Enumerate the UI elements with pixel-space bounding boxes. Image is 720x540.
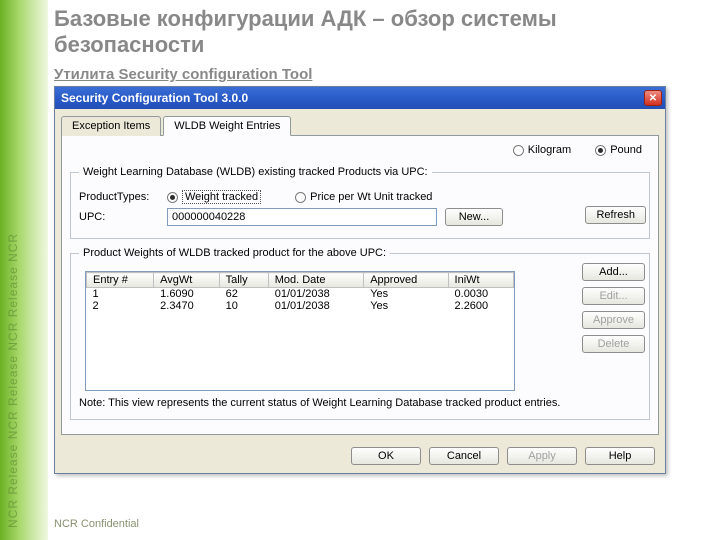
weights-table: Entry # AvgWt Tally Mod. Date Approved I… xyxy=(86,272,514,312)
tab-exception-items[interactable]: Exception Items xyxy=(61,116,161,136)
apply-button[interactable]: Apply xyxy=(507,447,577,465)
slide-title-line1: Базовые конфигурации АДК – обзор системы xyxy=(54,6,557,31)
table-side-buttons: Add... Edit... Approve Delete xyxy=(582,263,645,353)
refresh-button[interactable]: Refresh xyxy=(585,206,646,224)
unit-selector: Kilogram Pound xyxy=(70,142,650,162)
col-avgwt[interactable]: AvgWt xyxy=(154,273,219,288)
group1-legend: Weight Learning Database (WLDB) existing… xyxy=(79,166,432,178)
config-window: Security Configuration Tool 3.0.0 ✕ Exce… xyxy=(54,86,666,474)
slide-title: Базовые конфигурации АДК – обзор системы… xyxy=(54,6,557,58)
approve-button[interactable]: Approve xyxy=(582,311,645,329)
edit-button[interactable]: Edit... xyxy=(582,287,645,305)
upc-input[interactable] xyxy=(167,208,437,226)
product-types-label: ProductTypes: xyxy=(79,191,159,203)
tab-body: Kilogram Pound Weight Learning Database … xyxy=(61,135,659,435)
window-title: Security Configuration Tool 3.0.0 xyxy=(61,91,248,105)
new-button[interactable]: New... xyxy=(445,208,503,226)
sidebar-watermark: NCR Release NCR Release NCR Release NCR xyxy=(6,8,20,528)
radio-pound[interactable]: Pound xyxy=(595,144,642,156)
radio-kilogram[interactable]: Kilogram xyxy=(513,144,571,156)
ok-button[interactable]: OK xyxy=(351,447,421,465)
tab-wldb-weight-entries[interactable]: WLDB Weight Entries xyxy=(163,116,291,136)
col-moddate[interactable]: Mod. Date xyxy=(268,273,363,288)
slide-footer: NCR Confidential xyxy=(54,518,139,530)
slide-title-line2: безопасности xyxy=(54,32,204,57)
close-icon[interactable]: ✕ xyxy=(644,90,662,106)
delete-button[interactable]: Delete xyxy=(582,335,645,353)
cancel-button[interactable]: Cancel xyxy=(429,447,499,465)
upc-label: UPC: xyxy=(79,211,159,223)
radio-price-per-wt[interactable]: Price per Wt Unit tracked xyxy=(295,191,432,203)
add-button[interactable]: Add... xyxy=(582,263,645,281)
titlebar[interactable]: Security Configuration Tool 3.0.0 ✕ xyxy=(55,87,665,109)
group-existing-products: Weight Learning Database (WLDB) existing… xyxy=(70,166,650,239)
col-approved[interactable]: Approved xyxy=(364,273,448,288)
dialog-footer: OK Cancel Apply Help xyxy=(55,441,665,473)
col-tally[interactable]: Tally xyxy=(219,273,268,288)
tab-strip: Exception Items WLDB Weight Entries xyxy=(61,115,659,135)
table-row[interactable]: 2 2.3470 10 01/01/2038 Yes 2.2600 xyxy=(87,300,514,312)
col-iniwt[interactable]: IniWt xyxy=(448,273,513,288)
slide-subtitle: Утилита Security configuration Tool xyxy=(54,66,312,83)
group2-note: Note: This view represents the current s… xyxy=(79,397,641,409)
group2-legend: Product Weights of WLDB tracked product … xyxy=(79,247,390,259)
table-row[interactable]: 1 1.6090 62 01/01/2038 Yes 0.0030 xyxy=(87,288,514,301)
radio-weight-tracked[interactable]: Weight tracked xyxy=(167,190,261,204)
group-product-weights: Product Weights of WLDB tracked product … xyxy=(70,247,650,420)
help-button[interactable]: Help xyxy=(585,447,655,465)
weights-table-wrap[interactable]: Entry # AvgWt Tally Mod. Date Approved I… xyxy=(85,271,515,391)
slide-sidebar: NCR Release NCR Release NCR Release NCR xyxy=(0,0,48,540)
col-entry[interactable]: Entry # xyxy=(87,273,154,288)
